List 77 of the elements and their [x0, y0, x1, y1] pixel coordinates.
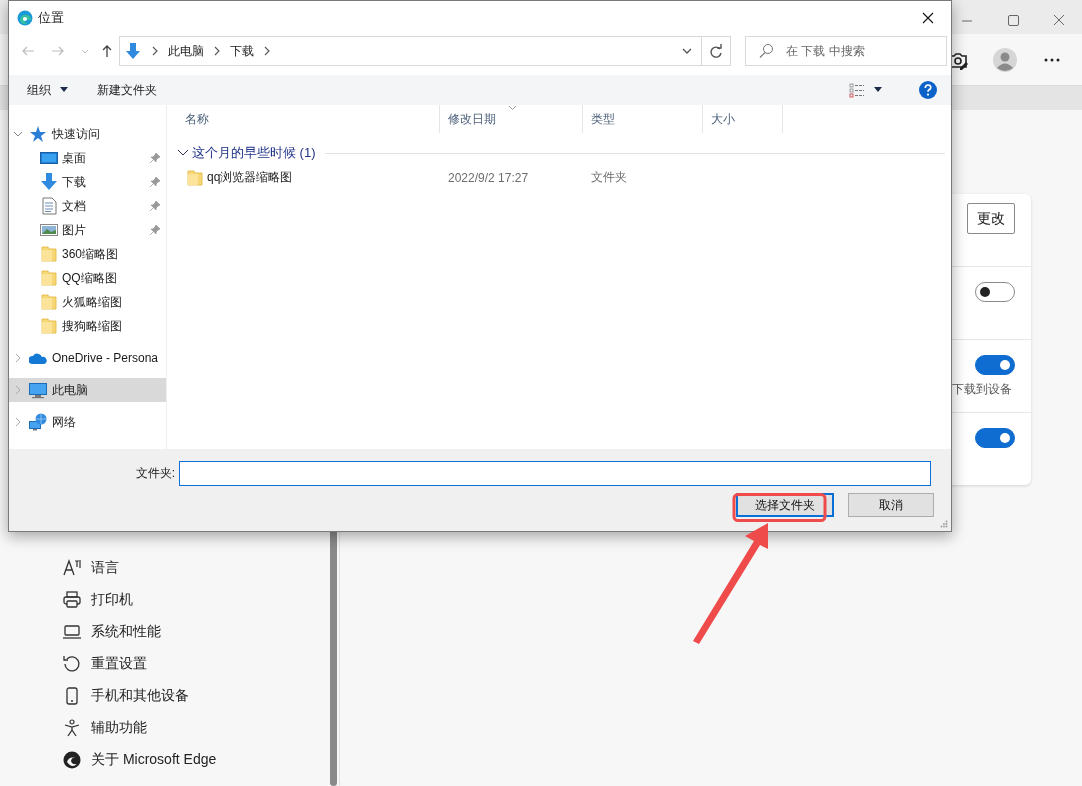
nav-item[interactable]: OneDrive - Persona	[9, 346, 166, 370]
dialog-title: 位置	[38, 9, 65, 27]
toggle-switch[interactable]	[975, 428, 1015, 448]
download-arrow-icon	[124, 42, 142, 60]
globe-monitor-icon	[29, 413, 47, 431]
help-icon[interactable]	[919, 81, 937, 99]
change-button[interactable]: 更改	[967, 203, 1015, 234]
search-field[interactable]: 在 下载 中搜索	[745, 36, 947, 66]
resize-grip-icon	[940, 520, 948, 528]
chevron-right-icon[interactable]	[13, 417, 23, 427]
laptop-icon	[62, 622, 82, 642]
language-icon	[62, 558, 82, 578]
monitor-icon	[29, 381, 47, 399]
new-folder-button[interactable]: 新建文件夹	[89, 77, 165, 103]
chevron-right-icon	[263, 46, 271, 56]
picture-frame-icon	[40, 221, 58, 239]
settings-nav-item[interactable]: 辅助功能	[0, 712, 339, 744]
nav-item[interactable]: 火狐略缩图	[9, 290, 166, 314]
chevron-right-icon	[151, 46, 159, 56]
folder-icon	[40, 317, 58, 335]
folder-icon	[186, 168, 204, 187]
nav-item[interactable]: 桌面	[9, 146, 166, 170]
settings-nav-item[interactable]: 打印机	[0, 584, 339, 616]
document-icon	[40, 197, 58, 215]
reset-icon	[62, 654, 82, 674]
printer-icon	[62, 590, 82, 610]
breadcrumb-item[interactable]: 此电脑	[168, 42, 204, 60]
cancel-button[interactable]: 取消	[848, 493, 934, 517]
group-header[interactable]: 这个月的早些时候 (1)	[192, 144, 316, 162]
folder-icon	[40, 269, 58, 287]
column-header[interactable]: 名称	[177, 105, 440, 133]
settings-nav-item[interactable]: 系统和性能	[0, 616, 339, 648]
edge-logo-icon	[17, 10, 33, 26]
refresh-icon	[709, 44, 723, 58]
address-bar[interactable]: 此电脑 下载	[119, 36, 702, 66]
organize-menu[interactable]: 组织	[19, 77, 77, 103]
folder-icon	[40, 245, 58, 263]
details-view-icon	[849, 82, 865, 98]
sort-caret-icon	[508, 105, 517, 111]
column-header[interactable]: 修改日期	[440, 105, 583, 133]
settings-nav-item[interactable]: 重置设置	[0, 648, 339, 680]
folder-icon	[40, 293, 58, 311]
nav-item[interactable]: 搜狗略缩图	[9, 314, 166, 338]
nav-item[interactable]: 图片	[9, 218, 166, 242]
toggle-switch[interactable]	[975, 282, 1015, 302]
nav-item[interactable]: 下载	[9, 170, 166, 194]
chevron-down-icon[interactable]	[177, 148, 189, 158]
search-icon	[758, 43, 774, 59]
dropdown-caret-icon[interactable]	[681, 46, 693, 56]
edge-icon	[62, 750, 82, 770]
nav-item[interactable]: 网络	[9, 410, 166, 434]
nav-item[interactable]: 快速访问	[9, 122, 166, 146]
field-label: 文件夹:	[134, 465, 176, 482]
file-name[interactable]: qq浏览器缩略图	[207, 169, 293, 186]
toggle-switch[interactable]	[975, 355, 1015, 375]
file-date: 2022/9/2 17:27	[448, 170, 529, 185]
chevron-right-icon[interactable]	[13, 353, 23, 363]
nav-item[interactable]: 360缩略图	[9, 242, 166, 266]
folder-input-field[interactable]	[179, 461, 931, 486]
nav-item[interactable]: 此电脑	[9, 378, 166, 402]
refresh-button[interactable]	[702, 36, 731, 66]
nav-item[interactable]: QQ缩略图	[9, 266, 166, 290]
column-header[interactable]: 大小	[703, 105, 783, 133]
chevron-right-icon	[213, 46, 221, 56]
column-header[interactable]: 类型	[583, 105, 703, 133]
star-icon	[29, 125, 47, 143]
accessibility-icon	[62, 718, 82, 738]
settings-nav-item[interactable]: 语言	[0, 552, 339, 584]
setting-description: 下载到设备	[952, 381, 1012, 398]
nav-item[interactable]: 文档	[9, 194, 166, 218]
settings-nav-item[interactable]: 手机和其他设备	[0, 680, 339, 712]
avatar-icon[interactable]	[993, 47, 1017, 72]
settings-nav-item[interactable]: 关于 Microsoft Edge	[0, 744, 339, 776]
monitor-icon	[40, 149, 58, 167]
download-arrow-icon	[40, 173, 58, 191]
breadcrumb-item[interactable]: 下载	[230, 42, 254, 60]
file-type: 文件夹	[591, 169, 627, 186]
